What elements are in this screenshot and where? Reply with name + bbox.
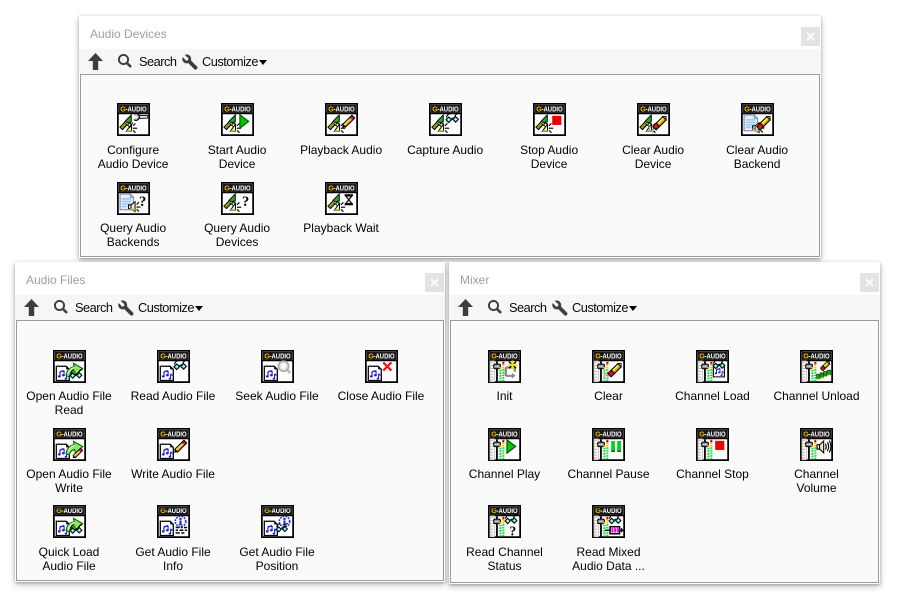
svg-text:-AUDIO: -AUDIO [229, 106, 251, 114]
svg-text:-AUDIO: -AUDIO [165, 352, 187, 360]
svg-text:-AUDIO: -AUDIO [61, 508, 83, 516]
svg-text:-AUDIO: -AUDIO [373, 352, 395, 360]
svg-text:-AUDIO: -AUDIO [333, 184, 355, 192]
svg-text:-AUDIO: -AUDIO [705, 352, 727, 360]
svg-text:-AUDIO: -AUDIO [705, 430, 727, 438]
svg-text:-AUDIO: -AUDIO [601, 430, 623, 438]
svg-text:-AUDIO: -AUDIO [125, 106, 147, 114]
svg-text:-AUDIO: -AUDIO [61, 352, 83, 360]
svg-text:-AUDIO: -AUDIO [749, 106, 771, 114]
svg-text:-AUDIO: -AUDIO [125, 184, 147, 192]
svg-text:-AUDIO: -AUDIO [497, 352, 519, 360]
svg-text:-AUDIO: -AUDIO [229, 184, 251, 192]
svg-text:?: ? [139, 194, 146, 210]
svg-text:-AUDIO: -AUDIO [809, 352, 831, 360]
svg-text:-AUDIO: -AUDIO [437, 106, 459, 114]
svg-text:-AUDIO: -AUDIO [497, 430, 519, 438]
svg-text:?: ? [509, 524, 516, 539]
svg-text:?: ? [242, 194, 249, 210]
svg-text:-AUDIO: -AUDIO [601, 352, 623, 360]
svg-text:-AUDIO: -AUDIO [809, 430, 831, 438]
svg-text:-AUDIO: -AUDIO [61, 430, 83, 438]
svg-text:-AUDIO: -AUDIO [269, 352, 291, 360]
svg-text:-AUDIO: -AUDIO [497, 508, 519, 516]
svg-text:-AUDIO: -AUDIO [601, 508, 623, 516]
svg-text:-AUDIO: -AUDIO [165, 508, 187, 516]
svg-text:-AUDIO: -AUDIO [269, 508, 291, 516]
svg-text:-AUDIO: -AUDIO [165, 430, 187, 438]
svg-text:-AUDIO: -AUDIO [645, 106, 667, 114]
svg-text:-AUDIO: -AUDIO [333, 106, 355, 114]
svg-text:-AUDIO: -AUDIO [541, 106, 563, 114]
